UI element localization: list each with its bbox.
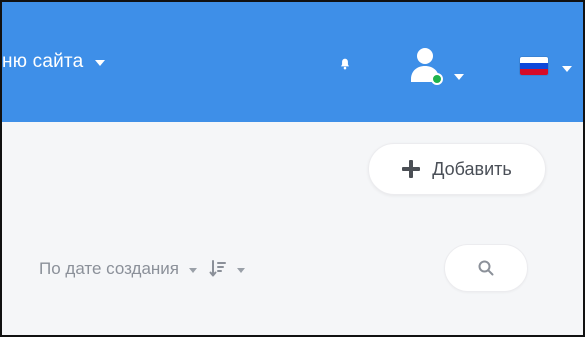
chevron-down-icon[interactable] [237,267,246,273]
plus-icon [402,160,421,178]
search-button[interactable] [444,244,528,292]
add-button-label: Добавить [432,158,512,179]
sort-icon[interactable] [209,259,227,279]
site-menu-label[interactable]: ню сайта [2,52,83,71]
top-navigation-bar: ню сайта [2,2,583,122]
search-icon [478,260,494,276]
flag-stripe-red [520,69,548,75]
sort-control[interactable]: По дате создания [39,259,246,279]
chevron-down-icon[interactable] [95,59,106,66]
add-button[interactable]: Добавить [368,143,546,195]
chevron-down-icon[interactable] [454,74,464,80]
user-icon[interactable] [407,44,445,86]
bell-icon[interactable] [338,57,352,71]
app-frame: ню сайта Добавить По дате создания [0,0,585,337]
chevron-down-icon[interactable] [562,66,572,72]
sort-label[interactable]: По дате создания [39,259,179,279]
site-menu[interactable]: ню сайта [2,52,106,71]
chevron-down-icon[interactable] [189,267,198,273]
language-flag-icon[interactable] [520,57,548,75]
